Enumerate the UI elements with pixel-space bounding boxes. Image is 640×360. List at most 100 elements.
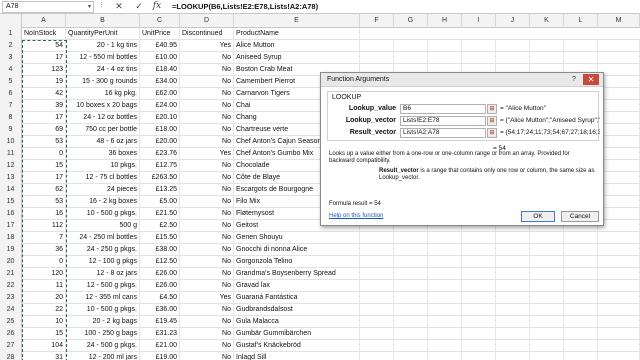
more-options-icon[interactable]: ⋮ <box>98 1 105 9</box>
empty-cell[interactable] <box>564 292 598 304</box>
empty-cell[interactable] <box>428 352 462 360</box>
cell-stock[interactable]: 69 <box>22 124 66 136</box>
cell-stock[interactable]: 120 <box>22 268 66 280</box>
empty-cell[interactable] <box>428 232 462 244</box>
cell-price[interactable]: £24.00 <box>140 100 180 112</box>
row-header[interactable]: 22 <box>0 280 22 292</box>
cell-qty[interactable]: 24 pieces <box>66 184 140 196</box>
cell-disc[interactable]: No <box>180 112 234 124</box>
cell-stock[interactable]: 0 <box>22 148 66 160</box>
empty-cell[interactable] <box>598 328 640 340</box>
cell-price[interactable]: £62.00 <box>140 88 180 100</box>
column-header-g[interactable]: G <box>394 14 428 28</box>
cell-disc[interactable]: No <box>180 220 234 232</box>
empty-cell[interactable] <box>598 304 640 316</box>
empty-cell[interactable] <box>462 316 496 328</box>
empty-cell[interactable] <box>394 316 428 328</box>
cell-disc[interactable]: No <box>180 64 234 76</box>
cell-stock[interactable]: 15 <box>22 160 66 172</box>
cell-stock[interactable]: 20 <box>22 292 66 304</box>
help-icon[interactable]: ? <box>569 75 579 85</box>
cell-price[interactable]: £23.76 <box>140 148 180 160</box>
empty-cell[interactable] <box>564 244 598 256</box>
cell-stock[interactable]: 104 <box>22 340 66 352</box>
empty-cell[interactable] <box>428 328 462 340</box>
empty-cell[interactable] <box>394 232 428 244</box>
row-header[interactable]: 23 <box>0 292 22 304</box>
cell-qty[interactable]: 100 - 250 g bags <box>66 328 140 340</box>
empty-cell[interactable] <box>394 352 428 360</box>
cell-disc[interactable]: No <box>180 316 234 328</box>
empty-cell[interactable] <box>360 304 394 316</box>
empty-cell[interactable] <box>530 40 564 52</box>
cell-name[interactable]: Inlagd Sill <box>234 352 360 360</box>
cell-stock[interactable]: 36 <box>22 244 66 256</box>
row-header[interactable]: 1 <box>0 28 22 40</box>
cell-qty[interactable]: 10 boxes x 20 bags <box>66 100 140 112</box>
empty-cell[interactable] <box>598 40 640 52</box>
empty-cell[interactable] <box>598 280 640 292</box>
empty-cell[interactable] <box>496 316 530 328</box>
empty-cell[interactable] <box>598 52 640 64</box>
cell-stock[interactable]: 17 <box>22 172 66 184</box>
empty-cell[interactable] <box>598 76 640 88</box>
row-header[interactable]: 28 <box>0 352 22 360</box>
empty-cell[interactable] <box>360 40 394 52</box>
empty-cell[interactable] <box>394 328 428 340</box>
empty-cell[interactable] <box>598 160 640 172</box>
empty-cell[interactable] <box>496 328 530 340</box>
empty-cell[interactable] <box>530 280 564 292</box>
header-cell-discontinued[interactable]: Discontinued <box>180 28 234 40</box>
cell-price[interactable]: £13.25 <box>140 184 180 196</box>
cell-disc[interactable]: No <box>180 88 234 100</box>
column-header-m[interactable]: M <box>598 14 640 28</box>
cell-stock[interactable]: 39 <box>22 100 66 112</box>
cell-qty[interactable]: 10 - 500 g pkgs. <box>66 304 140 316</box>
empty-cell[interactable] <box>598 244 640 256</box>
cell-stock[interactable]: 112 <box>22 220 66 232</box>
cell-stock[interactable]: 62 <box>22 184 66 196</box>
cell-name[interactable]: Gorgonzola Telino <box>234 256 360 268</box>
row-header[interactable]: 10 <box>0 136 22 148</box>
cell-disc[interactable]: No <box>180 328 234 340</box>
cell-disc[interactable]: No <box>180 232 234 244</box>
empty-cell[interactable] <box>496 340 530 352</box>
cell-qty[interactable]: 15 - 300 g rounds <box>66 76 140 88</box>
empty-cell[interactable] <box>360 328 394 340</box>
empty-cell[interactable] <box>462 292 496 304</box>
cell-qty[interactable]: 36 boxes <box>66 148 140 160</box>
cell-name[interactable]: Gravad lax <box>234 280 360 292</box>
empty-cell[interactable] <box>530 52 564 64</box>
empty-cell[interactable] <box>462 304 496 316</box>
cell-qty[interactable]: 12 - 75 cl bottles <box>66 172 140 184</box>
cell-qty[interactable]: 10 pkgs. <box>66 160 140 172</box>
cell-name[interactable]: Alice Mutton <box>234 40 360 52</box>
cell-name[interactable]: Gnocchi di nonna Alice <box>234 244 360 256</box>
cell-disc[interactable]: No <box>180 208 234 220</box>
empty-cell[interactable] <box>360 244 394 256</box>
empty-cell[interactable] <box>496 304 530 316</box>
cell-name[interactable]: Gudbrandsdalsost <box>234 304 360 316</box>
collapse-dialog-icon[interactable]: ⊞ <box>487 128 497 138</box>
row-header[interactable]: 25 <box>0 316 22 328</box>
empty-cell[interactable] <box>360 280 394 292</box>
cell-price[interactable]: £15.50 <box>140 232 180 244</box>
ok-button[interactable]: OK <box>521 211 555 222</box>
cell-disc[interactable]: No <box>180 256 234 268</box>
row-header[interactable]: 16 <box>0 208 22 220</box>
empty-cell[interactable] <box>530 244 564 256</box>
cell-stock[interactable]: 53 <box>22 196 66 208</box>
empty-cell[interactable] <box>428 268 462 280</box>
cell-stock[interactable]: 15 <box>22 328 66 340</box>
cell-disc[interactable]: No <box>180 244 234 256</box>
header-cell-product-name[interactable]: ProductName <box>234 28 360 40</box>
empty-cell[interactable] <box>394 280 428 292</box>
empty-cell[interactable] <box>496 280 530 292</box>
empty-cell[interactable] <box>428 52 462 64</box>
empty-cell[interactable] <box>530 256 564 268</box>
cell-disc[interactable]: No <box>180 352 234 360</box>
cell-qty[interactable]: 16 - 2 kg boxes <box>66 196 140 208</box>
collapse-dialog-icon[interactable]: ⊞ <box>487 104 497 114</box>
column-header-k[interactable]: K <box>530 14 564 28</box>
empty-cell[interactable] <box>428 292 462 304</box>
